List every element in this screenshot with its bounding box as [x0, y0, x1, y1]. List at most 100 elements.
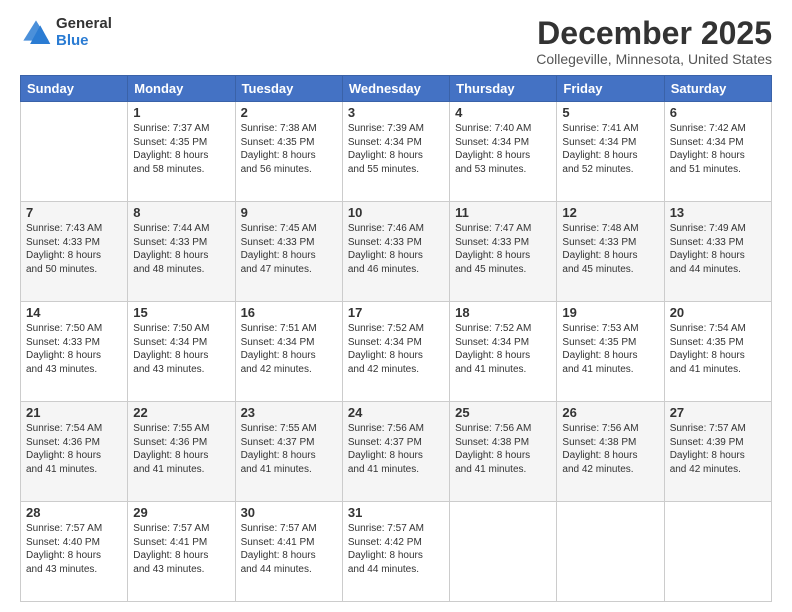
- table-row: 27Sunrise: 7:57 AMSunset: 4:39 PMDayligh…: [664, 402, 771, 502]
- daylight-minutes: and 41 minutes.: [455, 464, 526, 475]
- table-row: 31Sunrise: 7:57 AMSunset: 4:42 PMDayligh…: [342, 502, 449, 602]
- day-number: 25: [455, 405, 551, 420]
- daylight-hours: Daylight: 8 hours: [348, 550, 423, 561]
- day-info: Sunrise: 7:37 AMSunset: 4:35 PMDaylight:…: [133, 122, 229, 176]
- daylight-hours: Daylight: 8 hours: [241, 550, 316, 561]
- sunset-text: Sunset: 4:34 PM: [562, 137, 636, 148]
- day-info: Sunrise: 7:55 AMSunset: 4:37 PMDaylight:…: [241, 422, 337, 476]
- day-number: 30: [241, 505, 337, 520]
- table-row: 30Sunrise: 7:57 AMSunset: 4:41 PMDayligh…: [235, 502, 342, 602]
- daylight-minutes: and 46 minutes.: [348, 264, 419, 275]
- sunset-text: Sunset: 4:40 PM: [26, 537, 100, 548]
- sunrise-text: Sunrise: 7:51 AM: [241, 323, 317, 334]
- day-info: Sunrise: 7:40 AMSunset: 4:34 PMDaylight:…: [455, 122, 551, 176]
- sunset-text: Sunset: 4:38 PM: [455, 437, 529, 448]
- daylight-minutes: and 53 minutes.: [455, 164, 526, 175]
- sunrise-text: Sunrise: 7:43 AM: [26, 223, 102, 234]
- sunrise-text: Sunrise: 7:46 AM: [348, 223, 424, 234]
- table-row: 25 Sunrise: 7:56 AM Sunset: 4:38 PM Dayligh…: [450, 402, 557, 502]
- day-number: 6: [670, 105, 766, 120]
- sunset-text: Sunset: 4:33 PM: [348, 237, 422, 248]
- daylight-minutes: and 42 minutes.: [562, 464, 633, 475]
- day-info: Sunrise: 7:52 AMSunset: 4:34 PMDaylight:…: [455, 322, 551, 376]
- daylight-hours: Daylight: 8 hours: [241, 350, 316, 361]
- daylight-minutes: and 58 minutes.: [133, 164, 204, 175]
- table-row: 29Sunrise: 7:57 AMSunset: 4:41 PMDayligh…: [128, 502, 235, 602]
- col-friday: Friday: [557, 76, 664, 102]
- subtitle: Collegeville, Minnesota, United States: [536, 51, 772, 67]
- col-sunday: Sunday: [21, 76, 128, 102]
- day-number: 13: [670, 205, 766, 220]
- table-row: 4 Sunrise: 7:40 AMSunset: 4:34 PMDaylight…: [450, 102, 557, 202]
- table-row: 22Sunrise: 7:55 AMSunset: 4:36 PMDayligh…: [128, 402, 235, 502]
- sunset-text: Sunset: 4:39 PM: [670, 437, 744, 448]
- sunset-text: Sunset: 4:42 PM: [348, 537, 422, 548]
- sunset-text: Sunset: 4:34 PM: [348, 137, 422, 148]
- table-row: 1Sunrise: 7:37 AMSunset: 4:35 PMDaylight…: [128, 102, 235, 202]
- table-row: 3 Sunrise: 7:39 AMSunset: 4:34 PMDaylight…: [342, 102, 449, 202]
- table-row: 2Sunrise: 7:38 AMSunset: 4:35 PMDaylight…: [235, 102, 342, 202]
- calendar-header-row: Sunday Monday Tuesday Wednesday Thursday…: [21, 76, 772, 102]
- sunrise-text: Sunrise: 7:49 AM: [670, 223, 746, 234]
- table-row: [450, 502, 557, 602]
- sunrise-text: Sunrise: 7:44 AM: [133, 223, 209, 234]
- sunrise-text: Sunrise: 7:57 AM: [133, 523, 209, 534]
- day-info: Sunrise: 7:56 AMSunset: 4:37 PMDaylight:…: [348, 422, 444, 476]
- day-number: 24: [348, 405, 444, 420]
- calendar-week-row: 7Sunrise: 7:43 AMSunset: 4:33 PMDaylight…: [21, 202, 772, 302]
- daylight-minutes: and 45 minutes.: [562, 264, 633, 275]
- sunrise-text: Sunrise: 7:57 AM: [670, 423, 746, 434]
- day-info: Sunrise: 7:41 AMSunset: 4:34 PMDaylight:…: [562, 122, 658, 176]
- day-info: Sunrise: 7:50 AMSunset: 4:34 PMDaylight:…: [133, 322, 229, 376]
- daylight-hours: Daylight: 8 hours: [241, 250, 316, 261]
- sunrise-text: Sunrise: 7:40 AM: [455, 123, 531, 134]
- day-info: Sunrise: 7:43 AMSunset: 4:33 PMDaylight:…: [26, 222, 122, 276]
- day-info: Sunrise: 7:46 AMSunset: 4:33 PMDaylight:…: [348, 222, 444, 276]
- daylight-hours: Daylight: 8 hours: [26, 550, 101, 561]
- table-row: 28Sunrise: 7:57 AMSunset: 4:40 PMDayligh…: [21, 502, 128, 602]
- daylight-hours: Daylight: 8 hours: [455, 450, 530, 461]
- table-row: 14Sunrise: 7:50 AMSunset: 4:33 PMDayligh…: [21, 302, 128, 402]
- table-row: 17Sunrise: 7:52 AMSunset: 4:34 PMDayligh…: [342, 302, 449, 402]
- sunrise-text: Sunrise: 7:48 AM: [562, 223, 638, 234]
- daylight-minutes: and 47 minutes.: [241, 264, 312, 275]
- daylight-hours: Daylight: 8 hours: [562, 250, 637, 261]
- day-info: Sunrise: 7:57 AMSunset: 4:41 PMDaylight:…: [133, 522, 229, 576]
- day-number: 26: [562, 405, 658, 420]
- sunrise-text: Sunrise: 7:42 AM: [670, 123, 746, 134]
- sunrise-text: Sunrise: 7:45 AM: [241, 223, 317, 234]
- day-info: Sunrise: 7:50 AMSunset: 4:33 PMDaylight:…: [26, 322, 122, 376]
- table-row: 13Sunrise: 7:49 AMSunset: 4:33 PMDayligh…: [664, 202, 771, 302]
- sunrise-text: Sunrise: 7:47 AM: [455, 223, 531, 234]
- day-number: 27: [670, 405, 766, 420]
- day-info: Sunrise: 7:55 AMSunset: 4:36 PMDaylight:…: [133, 422, 229, 476]
- logo-text: General Blue: [56, 16, 112, 49]
- sunrise-text: Sunrise: 7:57 AM: [26, 523, 102, 534]
- day-info: Sunrise: 7:39 AMSunset: 4:34 PMDaylight:…: [348, 122, 444, 176]
- table-row: 12Sunrise: 7:48 AMSunset: 4:33 PMDayligh…: [557, 202, 664, 302]
- sunset-text: Sunset: 4:35 PM: [670, 337, 744, 348]
- day-info: Sunrise: 7:57 AM Sunset: 4:40 PM Daylight:…: [26, 522, 122, 576]
- day-number: 20: [670, 305, 766, 320]
- day-info: Sunrise: 7:47 AMSunset: 4:33 PMDaylight:…: [455, 222, 551, 276]
- sunrise-text: Sunrise: 7:56 AM: [455, 423, 531, 434]
- daylight-minutes: and 51 minutes.: [670, 164, 741, 175]
- daylight-minutes: and 50 minutes.: [26, 264, 97, 275]
- sunset-text: Sunset: 4:36 PM: [133, 437, 207, 448]
- daylight-hours: Daylight: 8 hours: [562, 350, 637, 361]
- daylight-hours: Daylight: 8 hours: [133, 550, 208, 561]
- sunrise-text: Sunrise: 7:55 AM: [133, 423, 209, 434]
- header: General Blue December 2025 Collegeville,…: [20, 16, 772, 67]
- daylight-hours: Daylight: 8 hours: [133, 250, 208, 261]
- daylight-minutes: and 44 minutes.: [241, 564, 312, 575]
- daylight-minutes: and 43 minutes.: [26, 564, 97, 575]
- day-number: 18: [455, 305, 551, 320]
- logo-general-text: General: [56, 16, 112, 33]
- day-number: 3: [348, 105, 444, 120]
- col-saturday: Saturday: [664, 76, 771, 102]
- daylight-hours: Daylight: 8 hours: [348, 350, 423, 361]
- table-row: 26Sunrise: 7:56 AMSunset: 4:38 PMDayligh…: [557, 402, 664, 502]
- day-number: 8: [133, 205, 229, 220]
- sunset-text: Sunset: 4:35 PM: [562, 337, 636, 348]
- day-number: 4: [455, 105, 551, 120]
